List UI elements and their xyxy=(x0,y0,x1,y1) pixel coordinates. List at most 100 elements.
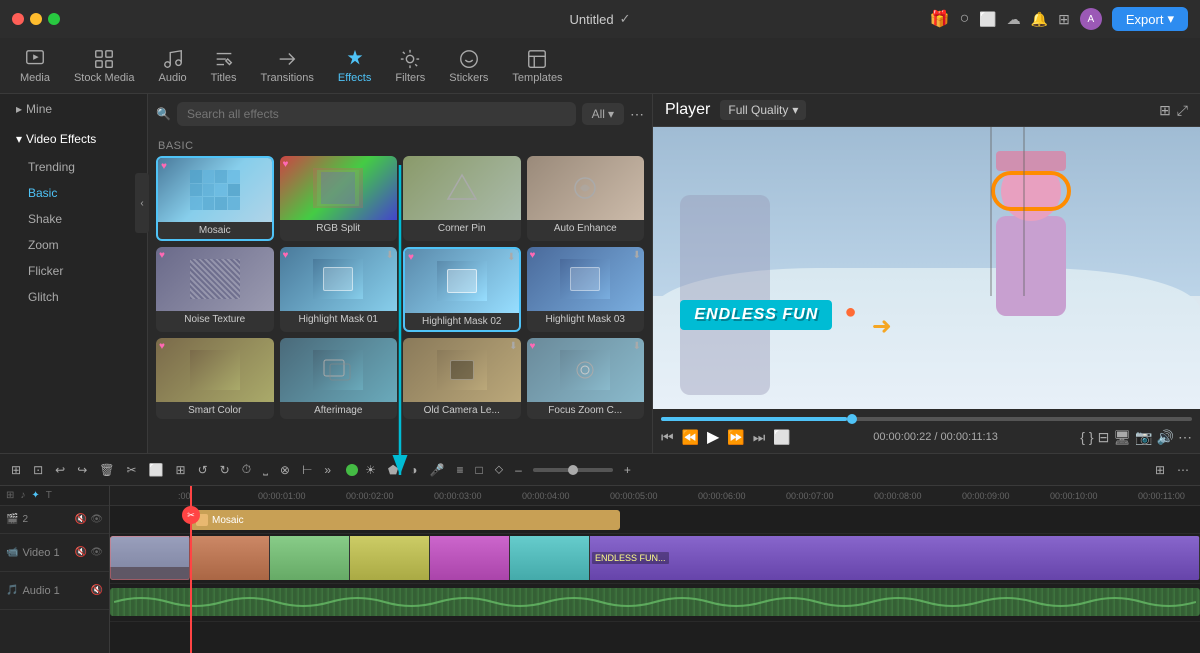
video-clip[interactable]: Happy kids Click to Replace Material xyxy=(110,536,1200,580)
magnet-btn[interactable]: ⊡ xyxy=(28,460,48,480)
quality-select[interactable]: Full Quality ▾ xyxy=(720,100,806,120)
toolbar-stock[interactable]: Stock Media xyxy=(64,44,145,88)
mine-section[interactable]: ▸ Mine xyxy=(0,94,147,124)
sidebar-item-trending[interactable]: Trending xyxy=(0,154,147,180)
play-button[interactable]: ▶ xyxy=(707,427,719,447)
undo-btn[interactable]: ↩ xyxy=(50,460,70,480)
video-effects-section[interactable]: ▾ Video Effects xyxy=(0,124,147,154)
minus-btn[interactable]: – xyxy=(510,460,527,480)
bracket-left-btn[interactable]: { xyxy=(1080,429,1085,446)
mic-btn[interactable]: 🎤 xyxy=(425,460,450,480)
zoom-slider-handle[interactable] xyxy=(568,465,578,475)
subtitle-btn[interactable]: □ xyxy=(471,460,488,480)
effect-highlight-02[interactable]: ♥ ⬇ Highlight Mask 02 xyxy=(403,247,521,332)
effect-auto-enhance[interactable]: Auto Enhance xyxy=(527,156,645,241)
grid2-btn[interactable]: ⊞ xyxy=(1150,460,1170,480)
effect-mosaic[interactable]: ♥ Mosaic xyxy=(156,156,274,241)
caption-btn[interactable]: ≡ xyxy=(451,460,468,480)
effect-smart-color[interactable]: ♥ Smart Color xyxy=(156,338,274,419)
effect-old-camera[interactable]: ⬇ Old Camera Le... xyxy=(403,338,521,419)
rewind-button[interactable]: ⏪ xyxy=(682,429,699,446)
minimize-button[interactable] xyxy=(30,13,42,25)
keyframe-btn[interactable]: ⬦ xyxy=(490,459,508,480)
grid-view-icon[interactable]: ⊞ xyxy=(1159,102,1171,119)
plus-btn[interactable]: + xyxy=(619,460,636,480)
sidebar-item-zoom[interactable]: Zoom xyxy=(0,232,147,258)
lock-icon[interactable]: 🔇 xyxy=(75,514,87,525)
split2-btn[interactable]: ⊢ xyxy=(297,460,317,480)
filter-all-button[interactable]: All ▾ xyxy=(582,103,624,125)
mosaic-clip[interactable]: Mosaic xyxy=(190,510,620,530)
add-media-icon[interactable]: ⊞ xyxy=(6,490,14,501)
sidebar-item-flicker[interactable]: Flicker xyxy=(0,258,147,284)
bell-icon[interactable]: 🔔 xyxy=(1031,11,1048,28)
maximize-button[interactable] xyxy=(48,13,60,25)
delete-btn[interactable]: 🗑 xyxy=(94,460,119,480)
cut-icon[interactable]: ✂ xyxy=(182,506,200,524)
toolbar-templates[interactable]: Templates xyxy=(502,44,572,88)
panel-collapse-btn[interactable]: ‹ xyxy=(135,173,149,233)
sidebar-item-shake[interactable]: Shake xyxy=(0,206,147,232)
loop-btn[interactable]: ↺ xyxy=(193,460,213,480)
transform-btn[interactable]: ⊗ xyxy=(275,460,295,480)
effect-noise-texture[interactable]: ♥ Noise Texture xyxy=(156,247,274,332)
eye2-icon[interactable]: 👁 xyxy=(90,547,103,558)
search-input[interactable] xyxy=(177,102,576,126)
effect-highlight-01[interactable]: ♥ ⬇ Highlight Mask 01 xyxy=(280,247,398,332)
align-left-btn[interactable]: ⊞ xyxy=(171,460,191,480)
effect-corner-pin[interactable]: Corner Pin xyxy=(403,156,521,241)
add-effect-icon[interactable]: ✦ xyxy=(31,490,39,501)
toolbar-stickers[interactable]: Stickers xyxy=(439,44,498,88)
speed-btn[interactable]: ⏱ xyxy=(237,459,256,480)
redo-btn[interactable]: ↪ xyxy=(72,460,92,480)
sidebar-item-glitch[interactable]: Glitch xyxy=(0,284,147,310)
toolbar-titles[interactable]: Titles xyxy=(201,44,247,88)
brightness-btn[interactable]: ☀ xyxy=(360,460,381,480)
freeze-btn[interactable]: ⎵ xyxy=(258,459,273,480)
toolbar-audio[interactable]: Audio xyxy=(149,44,197,88)
avatar[interactable]: A xyxy=(1080,8,1102,30)
fullscreen-btn[interactable]: ⬜ xyxy=(773,429,790,446)
effect-afterimage[interactable]: Afterimage xyxy=(280,338,398,419)
toolbar-media[interactable]: Media xyxy=(10,44,60,88)
settings2-btn[interactable]: ⋯ xyxy=(1172,460,1194,480)
effect-rgb-split[interactable]: ♥ RGB Split xyxy=(280,156,398,241)
align-btn[interactable]: ⊟ xyxy=(1098,429,1110,446)
loop2-btn[interactable]: ↻ xyxy=(215,460,235,480)
record-btn[interactable] xyxy=(346,464,358,476)
more-options-icon[interactable]: ⋯ xyxy=(630,106,644,123)
skip-back-button[interactable]: ⏮ xyxy=(661,429,674,446)
progress-bar[interactable] xyxy=(661,417,1192,421)
circle-icon[interactable]: ○ xyxy=(960,10,970,28)
effect-highlight-03[interactable]: ♥ ⬇ Highlight Mask 03 xyxy=(527,247,645,332)
audio-clip[interactable] xyxy=(110,588,1200,616)
mute-icon[interactable]: 🔇 xyxy=(75,547,87,558)
sidebar-item-basic[interactable]: Basic xyxy=(0,180,147,206)
grid-icon[interactable]: ⊞ xyxy=(1058,11,1070,28)
fullscreen-icon[interactable]: ⤢ xyxy=(1177,102,1188,119)
mask-btn[interactable]: ◑ xyxy=(405,460,422,480)
more-btn[interactable]: ⋯ xyxy=(1178,429,1192,446)
audio-btn[interactable]: 🔊 xyxy=(1157,429,1174,446)
crop-btn[interactable]: ⬜ xyxy=(144,460,169,480)
eye-icon[interactable]: 👁 xyxy=(90,514,103,525)
toolbar-effects[interactable]: Effects xyxy=(328,44,381,88)
camera-btn[interactable]: 📷 xyxy=(1135,429,1152,446)
gift-icon[interactable]: 🎁 xyxy=(930,9,950,29)
bracket-right-btn[interactable]: } xyxy=(1089,429,1094,446)
mute2-icon[interactable]: 🔇 xyxy=(91,585,103,596)
close-button[interactable] xyxy=(12,13,24,25)
effect-focus-zoom[interactable]: ♥ ⬇ Focus Zoom C... xyxy=(527,338,645,419)
scissors-btn[interactable]: ✂ xyxy=(121,460,141,480)
split-view-btn[interactable]: ⊞ xyxy=(6,460,26,480)
add-text-icon[interactable]: T xyxy=(46,490,52,501)
more-tl-btn[interactable]: » xyxy=(319,460,336,480)
export-button[interactable]: Export ▾ xyxy=(1112,7,1188,31)
screen-icon[interactable]: ⬜ xyxy=(979,11,996,28)
toolbar-filters[interactable]: Filters xyxy=(385,44,435,88)
screen-btn[interactable]: 🖥 xyxy=(1113,429,1131,446)
toolbar-transitions[interactable]: Transitions xyxy=(251,44,324,88)
add-audio-icon[interactable]: ♪ xyxy=(20,490,25,501)
cloud-icon[interactable]: ☁ xyxy=(1007,11,1021,28)
skip-frame-button[interactable]: ⏩ xyxy=(727,429,744,446)
